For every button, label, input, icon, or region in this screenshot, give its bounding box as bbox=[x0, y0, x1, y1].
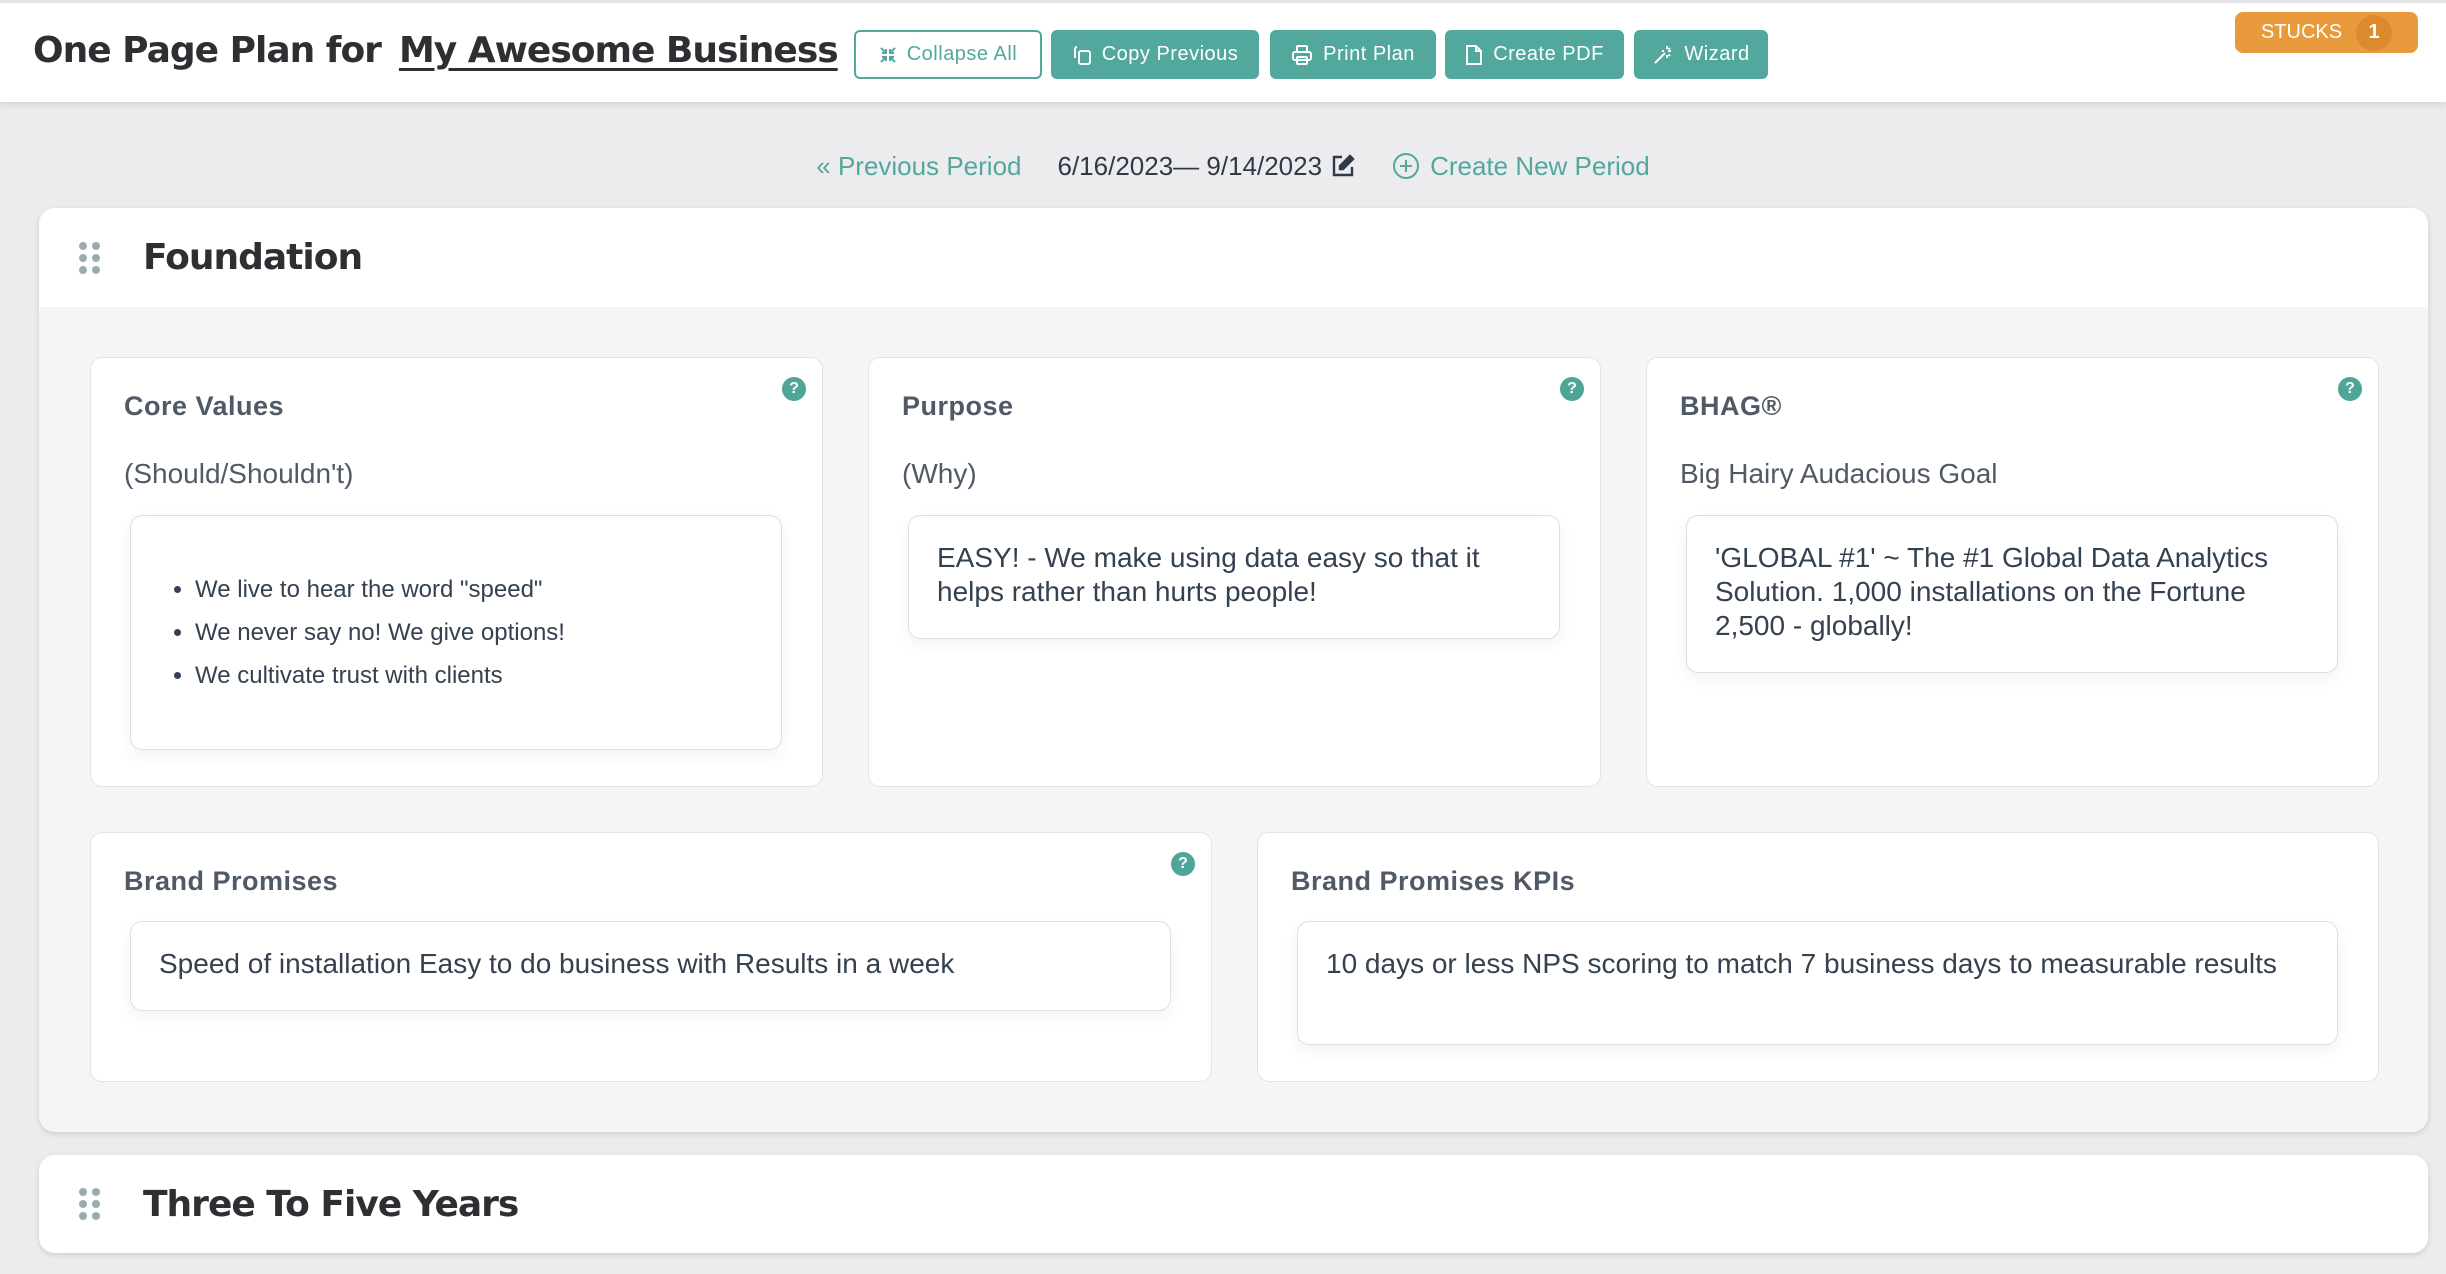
business-selector[interactable]: My Awesome Business bbox=[399, 30, 839, 71]
list-item: We live to hear the word "speed" bbox=[195, 568, 781, 611]
drag-handle-icon[interactable] bbox=[79, 241, 101, 274]
card-label: Brand Promises KPIs bbox=[1291, 866, 1576, 896]
top-bar: One Page Plan for My Awesome Business ▼ … bbox=[0, 0, 2446, 102]
collapse-all-button[interactable]: Collapse All bbox=[854, 30, 1042, 79]
stucks-count: 1 bbox=[2356, 14, 2393, 51]
wizard-button[interactable]: Wizard bbox=[1634, 30, 1768, 79]
brand-promises-field[interactable]: Speed of installation Easy to do busines… bbox=[130, 921, 1171, 1011]
core-values-list: We live to hear the word "speed" We neve… bbox=[131, 568, 781, 697]
print-plan-label: Print Plan bbox=[1323, 43, 1415, 65]
copy-previous-label: Copy Previous bbox=[1101, 43, 1239, 65]
card-label: BHAG® bbox=[1680, 391, 1782, 421]
bhag-field[interactable]: 'GLOBAL #1' ~ The #1 Global Data Analyti… bbox=[1686, 515, 2338, 673]
period-nav: « Previous Period 6/16/2023— 9/14/2023 C… bbox=[0, 146, 2446, 186]
plus-circle-icon bbox=[1393, 153, 1420, 179]
wizard-label: Wizard bbox=[1684, 43, 1750, 65]
period-range: 6/16/2023— 9/14/2023 bbox=[1058, 151, 1357, 182]
help-icon[interactable]: ? bbox=[782, 377, 806, 401]
create-pdf-label: Create PDF bbox=[1493, 43, 1604, 65]
stucks-badge[interactable]: STUCKS 1 bbox=[2235, 12, 2418, 53]
card-label: Purpose bbox=[902, 391, 1014, 421]
create-new-period-label: Create New Period bbox=[1430, 150, 1650, 181]
card-subtitle: (Why) bbox=[902, 458, 977, 489]
create-new-period-link[interactable]: Create New Period bbox=[1392, 151, 1650, 182]
create-pdf-button[interactable]: Create PDF bbox=[1445, 30, 1624, 79]
collapse-icon bbox=[880, 46, 896, 63]
file-icon bbox=[1466, 44, 1483, 65]
purpose-field[interactable]: EASY! - We make using data easy so that … bbox=[908, 515, 1560, 639]
collapse-all-label: Collapse All bbox=[906, 43, 1018, 65]
section-three-to-five-years: Three To Five Years bbox=[39, 1155, 2428, 1253]
section-title: Foundation bbox=[143, 237, 363, 278]
page-title-prefix: One Page Plan for bbox=[33, 30, 382, 71]
period-range-text: 6/16/2023— 9/14/2023 bbox=[1057, 150, 1323, 181]
stucks-label: STUCKS bbox=[2260, 21, 2343, 43]
brand-promises-kpis-field[interactable]: 10 days or less NPS scoring to match 7 b… bbox=[1297, 921, 2338, 1045]
page-title: One Page Plan for My Awesome Business ▼ bbox=[33, 30, 874, 71]
card-purpose: Purpose ? (Why) EASY! - We make using da… bbox=[868, 357, 1601, 787]
copy-icon bbox=[1073, 45, 1091, 65]
card-label: Core Values bbox=[124, 391, 285, 421]
magic-wand-icon bbox=[1654, 45, 1672, 64]
card-subtitle: Big Hairy Audacious Goal bbox=[1680, 458, 1998, 489]
card-label: Brand Promises bbox=[124, 866, 339, 896]
section-header: Foundation bbox=[39, 208, 2428, 307]
copy-previous-button[interactable]: Copy Previous bbox=[1051, 30, 1259, 79]
card-brand-promises: Brand Promises ? Speed of installation E… bbox=[90, 832, 1212, 1082]
help-icon[interactable]: ? bbox=[2338, 377, 2362, 401]
help-icon[interactable]: ? bbox=[1560, 377, 1584, 401]
card-subtitle: (Should/Shouldn't) bbox=[124, 458, 354, 489]
drag-handle-icon[interactable] bbox=[79, 1188, 101, 1220]
card-core-values: Core Values ? (Should/Shouldn't) We live… bbox=[90, 357, 823, 787]
printer-icon bbox=[1292, 44, 1313, 65]
previous-period-link[interactable]: « Previous Period bbox=[816, 151, 1021, 182]
help-icon[interactable]: ? bbox=[1171, 852, 1195, 876]
print-plan-button[interactable]: Print Plan bbox=[1270, 30, 1436, 79]
card-brand-promises-kpis: Brand Promises KPIs 10 days or less NPS … bbox=[1257, 832, 2379, 1082]
list-item: We never say no! We give options! bbox=[195, 611, 781, 654]
section-header: Three To Five Years bbox=[39, 1155, 2428, 1253]
section-foundation: Foundation Core Values ? (Should/Shouldn… bbox=[39, 208, 2428, 1132]
edit-icon[interactable] bbox=[1330, 153, 1356, 179]
card-bhag: BHAG® ? Big Hairy Audacious Goal 'GLOBAL… bbox=[1646, 357, 2379, 787]
section-title[interactable]: Three To Five Years bbox=[143, 1184, 519, 1225]
list-item: We cultivate trust with clients bbox=[195, 654, 781, 697]
core-values-field[interactable]: We live to hear the word "speed" We neve… bbox=[130, 515, 782, 750]
